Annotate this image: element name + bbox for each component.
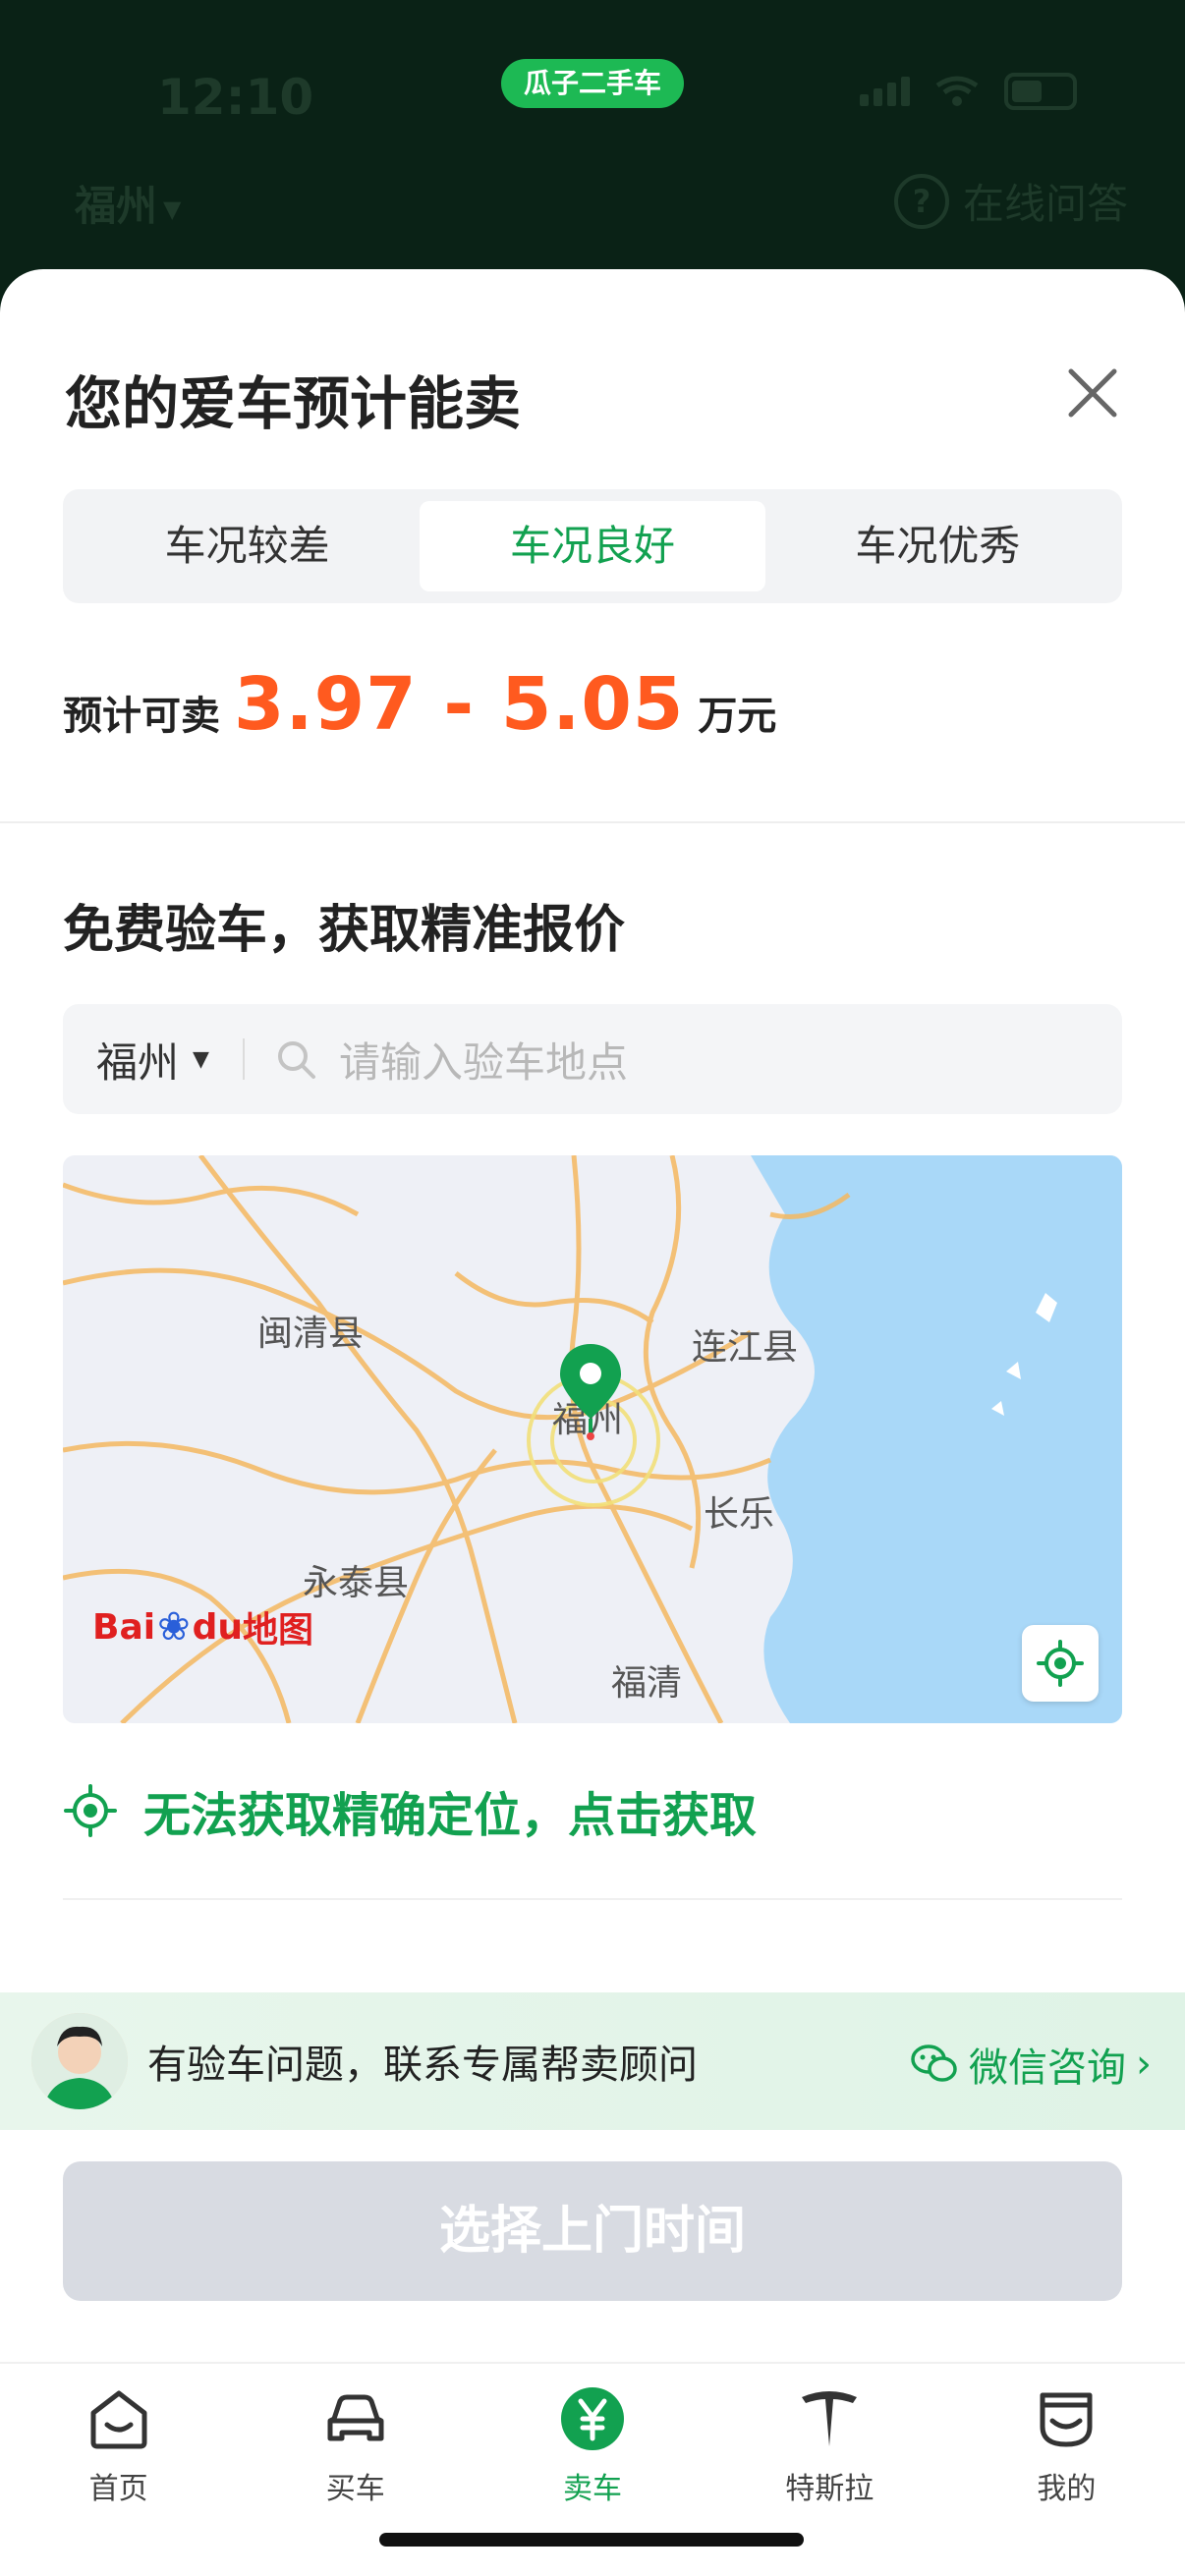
map-label: 长乐 xyxy=(704,1494,775,1535)
select-visit-time-button[interactable]: 选择上门时间 xyxy=(63,2161,1122,2301)
divider xyxy=(0,821,1185,823)
app-badge: 瓜子二手车 xyxy=(501,59,684,108)
tab-home[interactable]: 首页 xyxy=(0,2364,237,2576)
wechat-consult-label: 微信咨询 xyxy=(969,2045,1126,2091)
status-time: 12:10 xyxy=(157,69,314,126)
tab-label: 卖车 xyxy=(563,2472,622,2506)
chevron-right-icon: › xyxy=(1136,2042,1152,2087)
tab-label: 特斯拉 xyxy=(785,2472,875,2506)
advisor-banner[interactable]: 有验车问题，联系专属帮卖顾问 微信咨询 › xyxy=(0,1992,1185,2130)
tab-poor-condition[interactable]: 车况较差 xyxy=(75,501,420,591)
status-bar: 12:10 瓜子二手车 xyxy=(0,0,1185,157)
map-pin-icon xyxy=(560,1344,621,1440)
signal-icon xyxy=(860,77,910,106)
price-range: 3.97 - 5.05 xyxy=(234,662,685,747)
home-icon xyxy=(90,2390,147,2449)
get-location-link[interactable]: 无法获取精确定位，点击获取 xyxy=(63,1776,757,1845)
advisor-message: 有验车问题，联系专属帮卖顾问 xyxy=(147,2043,698,2088)
tab-label: 买车 xyxy=(325,2472,385,2506)
valuation-sheet: 您的爱车预计能卖 车况较差 车况良好 车况优秀 预计可卖 3.97 - 5.05… xyxy=(0,269,1185,2576)
estimated-price: 预计可卖 3.97 - 5.05 万元 xyxy=(63,662,776,747)
get-location-label: 无法获取精确定位，点击获取 xyxy=(143,1788,758,1843)
baidu-map-logo: Bai ❀ du 地图 xyxy=(92,1604,314,1651)
condition-tabs: 车况较差 车况良好 车况优秀 xyxy=(63,489,1122,603)
map-label: 闽清县 xyxy=(257,1314,365,1354)
crosshair-icon xyxy=(64,1784,117,1837)
city-selector[interactable]: 福州 ▼ xyxy=(75,173,181,233)
wechat-consult-button[interactable]: 微信咨询 › xyxy=(910,2036,1152,2093)
online-qa-label: 在线问答 xyxy=(962,180,1128,228)
online-qa-button[interactable]: ? 在线问答 xyxy=(893,171,1128,231)
inspection-title: 免费验车，获取精准报价 xyxy=(63,901,626,960)
car-icon xyxy=(327,2394,384,2441)
sheet-title: 您的爱车预计能卖 xyxy=(65,370,522,437)
close-icon[interactable] xyxy=(1063,364,1122,422)
map-label: 连江县 xyxy=(692,1327,799,1368)
profile-icon xyxy=(1040,2392,1093,2447)
yen-icon xyxy=(561,2387,624,2450)
caret-down-icon: ▼ xyxy=(163,195,182,223)
battery-icon xyxy=(1004,73,1077,110)
tab-profile[interactable]: 我的 xyxy=(948,2364,1185,2576)
price-label: 预计可卖 xyxy=(63,694,220,739)
location-search: 福州 ▼ 请输入验车地点 xyxy=(63,1004,1122,1114)
map-view[interactable]: 闽清县 连江县 福州 长乐 永泰县 福清 Bai ❀ du 地图 xyxy=(63,1155,1122,1723)
wifi-icon xyxy=(935,76,979,106)
paw-icon: ❀ xyxy=(157,1604,191,1650)
tab-good-condition[interactable]: 车况良好 xyxy=(420,501,765,591)
tab-excellent-condition[interactable]: 车况优秀 xyxy=(765,501,1110,591)
map-label: 福清 xyxy=(611,1663,683,1704)
caret-down-icon: ▼ xyxy=(193,1046,209,1072)
search-city-label: 福州 xyxy=(96,1037,180,1087)
question-icon: ? xyxy=(893,173,949,229)
tab-label: 首页 xyxy=(88,2472,148,2506)
price-unit: 万元 xyxy=(698,694,777,739)
avatar xyxy=(31,2013,128,2109)
crosshair-icon xyxy=(1037,1640,1084,1687)
locate-button[interactable] xyxy=(1022,1625,1099,1702)
home-indicator xyxy=(379,2533,804,2547)
search-icon xyxy=(277,1041,315,1079)
search-city-selector[interactable]: 福州 ▼ xyxy=(63,1030,209,1090)
divider xyxy=(63,1898,1122,1900)
divider xyxy=(242,1038,245,1080)
tesla-icon xyxy=(802,2391,858,2446)
map-label: 永泰县 xyxy=(303,1563,410,1603)
tab-label: 我的 xyxy=(1037,2472,1097,2506)
system-icons xyxy=(860,73,1077,110)
search-input[interactable]: 请输入验车地点 xyxy=(339,1030,628,1090)
wechat-icon xyxy=(911,2044,957,2082)
